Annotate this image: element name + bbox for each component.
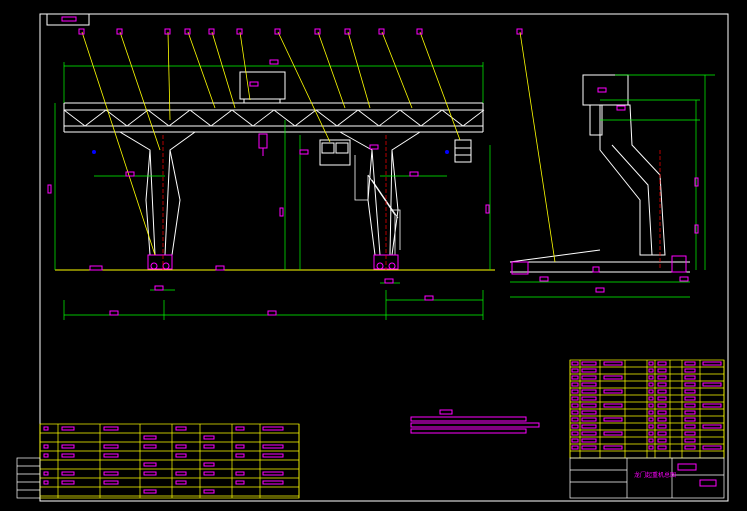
marker-left — [92, 150, 96, 154]
marker-right — [445, 150, 449, 154]
drawing-title: 龙门起重机总图 — [634, 472, 677, 479]
cad-drawing-sheet[interactable] — [0, 0, 747, 511]
